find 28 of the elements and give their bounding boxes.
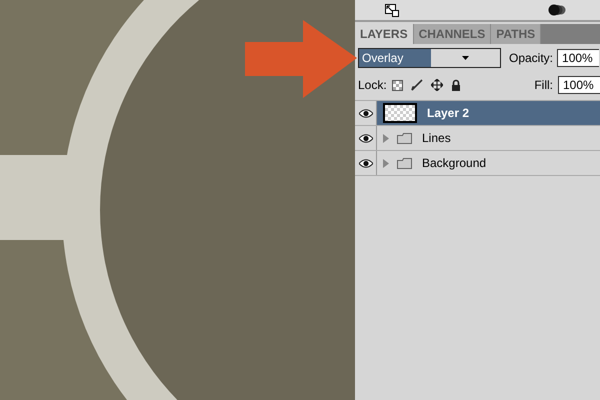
layer-row[interactable]: Layer 2 (377, 101, 600, 125)
layer-row[interactable]: Background (377, 151, 600, 175)
blend-mode-dropdown[interactable]: Overlay (358, 48, 501, 68)
layer-thumbnail (383, 103, 417, 123)
folder-icon (397, 132, 412, 144)
lock-icon[interactable] (450, 79, 461, 91)
folder-icon (397, 158, 412, 168)
move-icon[interactable] (430, 79, 443, 91)
layer-name: Lines (422, 130, 451, 147)
panel-tab[interactable]: CHANNELS (414, 24, 492, 44)
layer-name: Background (422, 155, 486, 172)
panel-tab[interactable]: LAYERS (355, 24, 414, 44)
fill-field[interactable]: 100% (558, 76, 600, 94)
circles-icon[interactable] (548, 4, 566, 16)
brush-icon[interactable] (410, 79, 423, 91)
eye-icon[interactable] (358, 108, 372, 118)
caret-icon (462, 56, 469, 60)
eye-icon[interactable] (358, 158, 372, 168)
lock-label: Lock: (358, 77, 387, 94)
checker-icon[interactable] (392, 80, 403, 90)
layer-row[interactable]: Lines (377, 126, 600, 150)
panel-tab[interactable]: PATHS (491, 24, 542, 44)
eye-icon[interactable] (358, 134, 372, 142)
fill-label: Fill: (534, 77, 553, 94)
opacity-label: Opacity: (509, 50, 554, 67)
layer-name: Layer 2 (427, 105, 470, 122)
resize-icon[interactable] (385, 4, 399, 16)
opacity-field[interactable]: 100% (557, 49, 600, 67)
